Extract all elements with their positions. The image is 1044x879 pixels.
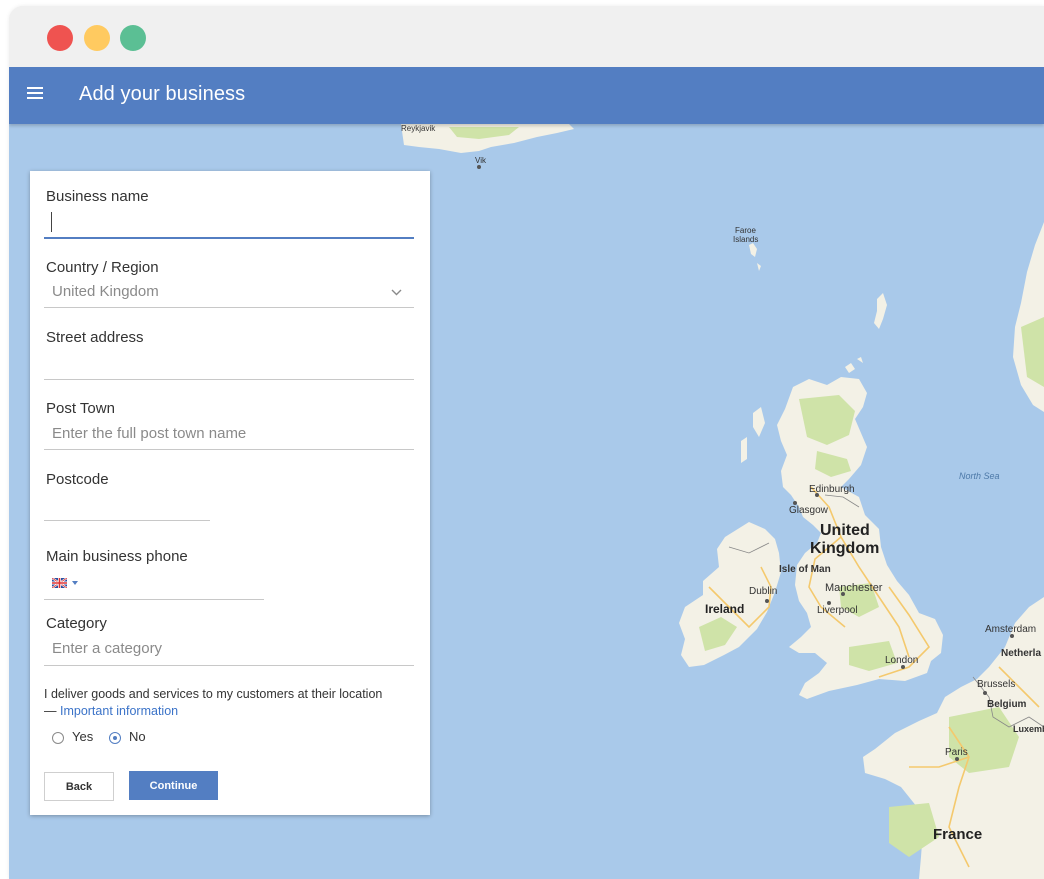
maximize-window-button[interactable]: [120, 25, 146, 51]
map-label-uk-1: United: [820, 522, 870, 539]
map-label-paris: Paris: [945, 747, 968, 758]
map-label-edinburgh: Edinburgh: [809, 484, 855, 495]
continue-button[interactable]: Continue: [129, 771, 218, 800]
minimize-window-button[interactable]: [84, 25, 110, 51]
business-form-card: Business name Country / Region United Ki…: [30, 171, 430, 815]
phone-country-picker[interactable]: [52, 578, 78, 588]
radio-no[interactable]: [109, 732, 121, 744]
delivery-question: I deliver goods and services to my custo…: [44, 687, 383, 701]
map-label-isle-of-man: Isle of Man: [779, 564, 831, 575]
close-window-button[interactable]: [47, 25, 73, 51]
radio-yes-label: Yes: [72, 729, 94, 744]
post-town-underline: [44, 449, 414, 450]
country-select-value[interactable]: United Kingdom: [52, 283, 159, 300]
back-button[interactable]: Back: [44, 772, 114, 801]
map-label-reykjavik: Reykjavik: [401, 124, 436, 133]
browser-window: Add your business Reykjavik Vik Faroe Is…: [9, 6, 1044, 879]
map-label-glasgow: Glasgow: [789, 505, 829, 516]
page-title: Add your business: [79, 83, 246, 105]
map-label-uk-2: Kingdom: [810, 540, 879, 557]
map-label-belgium: Belgium: [987, 699, 1027, 710]
map-label-luxembourg: Luxemb: [1013, 724, 1044, 734]
map-label-faroe-2: Islands: [733, 235, 758, 244]
category-input[interactable]: Enter a category: [52, 640, 162, 657]
caret-down-icon: [72, 581, 78, 585]
country-label: Country / Region: [46, 259, 159, 276]
delivery-dash: —: [44, 704, 57, 718]
radio-no-label: No: [129, 729, 146, 744]
important-information-link[interactable]: Important information: [60, 704, 178, 718]
postcode-label: Postcode: [46, 471, 109, 488]
phone-underline: [44, 599, 264, 600]
business-name-input[interactable]: [44, 201, 414, 237]
hamburger-menu-icon[interactable]: [27, 87, 43, 100]
app-bar: Add your business: [9, 67, 1044, 124]
map-label-vik: Vik: [475, 156, 487, 165]
map-label-dublin: Dublin: [749, 586, 777, 597]
postcode-underline: [44, 520, 210, 521]
radio-yes[interactable]: [52, 732, 64, 744]
map-label-ireland: Ireland: [705, 602, 744, 616]
map-label-london: London: [885, 655, 918, 666]
map-label-netherlands: Netherla: [1001, 648, 1041, 659]
map-label-amsterdam: Amsterdam: [985, 624, 1036, 635]
post-town-input[interactable]: Enter the full post town name: [52, 425, 246, 442]
app-area: Add your business Reykjavik Vik Faroe Is…: [9, 67, 1044, 879]
business-name-underline: [44, 237, 414, 239]
street-address-label: Street address: [46, 329, 144, 346]
category-label: Category: [46, 615, 107, 632]
map-label-brussels: Brussels: [977, 679, 1015, 690]
category-underline: [44, 665, 414, 666]
street-address-input[interactable]: [44, 347, 414, 379]
country-underline: [44, 307, 414, 308]
map-label-liverpool: Liverpool: [817, 605, 858, 616]
map-label-france: France: [933, 826, 982, 843]
map-label-manchester: Manchester: [825, 582, 883, 594]
phone-label: Main business phone: [46, 548, 188, 565]
chevron-down-icon[interactable]: [391, 289, 402, 296]
window-titlebar: [9, 6, 1044, 67]
street-address-underline: [44, 379, 414, 380]
postcode-input[interactable]: [44, 489, 210, 521]
map-label-north-sea: North Sea: [959, 471, 1000, 481]
post-town-label: Post Town: [46, 400, 115, 417]
map-label-faroe-1: Faroe: [735, 226, 756, 235]
uk-flag-icon: [52, 578, 67, 588]
delivery-info-line: — Important information: [44, 704, 178, 718]
